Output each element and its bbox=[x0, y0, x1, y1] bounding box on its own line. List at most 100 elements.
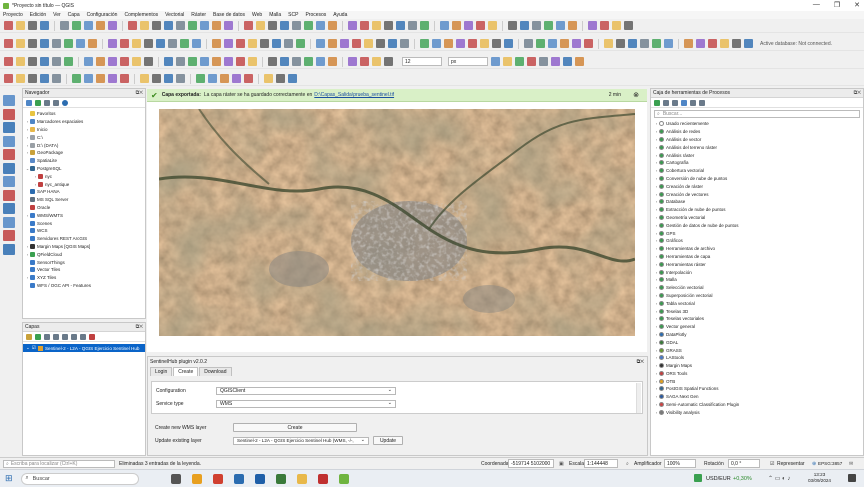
sentinel-satellite-image[interactable] bbox=[159, 109, 635, 336]
processing-item[interactable]: › Cartografía bbox=[654, 159, 863, 167]
panel-float-close-icon[interactable]: ⧉✕ bbox=[136, 324, 143, 330]
browser-item[interactable]: › Marcadores espaciales bbox=[25, 118, 145, 126]
update-layer-combo[interactable]: Sentinel-2 - L2A - QGIS Ejercicio Sentin… bbox=[233, 436, 369, 445]
toolbar-tool-icon[interactable] bbox=[96, 74, 105, 83]
add-layer-tool-icon[interactable] bbox=[3, 135, 15, 147]
toolbar-tool-icon[interactable] bbox=[408, 21, 417, 30]
toolbar-tool-icon[interactable] bbox=[72, 74, 81, 83]
results-icon[interactable] bbox=[681, 99, 687, 106]
toolbar-tool-icon[interactable] bbox=[360, 21, 369, 30]
processing-item[interactable]: › GPS bbox=[654, 229, 863, 237]
tab-download[interactable]: Download bbox=[199, 367, 232, 376]
menu-item[interactable]: Ayuda bbox=[333, 12, 347, 18]
zoom-field[interactable]: 12 bbox=[402, 57, 442, 66]
browser-item[interactable]: › XYZ Tiles bbox=[25, 274, 145, 282]
toolbar-tool-icon[interactable] bbox=[664, 39, 673, 48]
toolbar-tool-icon[interactable] bbox=[52, 74, 61, 83]
toolbar-tool-icon[interactable] bbox=[152, 21, 161, 30]
scripts-icon[interactable] bbox=[663, 99, 669, 106]
toolbar-tool-icon[interactable] bbox=[236, 39, 245, 48]
toolbar-tool-icon[interactable] bbox=[4, 57, 13, 66]
toolbar-tool-icon[interactable] bbox=[144, 39, 153, 48]
toolbar-tool-icon[interactable] bbox=[72, 21, 81, 30]
toolbar-tool-icon[interactable] bbox=[348, 57, 357, 66]
add-group-icon[interactable] bbox=[35, 333, 41, 340]
toolbar-tool-icon[interactable] bbox=[84, 74, 93, 83]
toolbar-tool-icon[interactable] bbox=[280, 21, 289, 30]
processing-item[interactable]: › Herramientas de capa bbox=[654, 253, 863, 261]
toolbar-tool-icon[interactable] bbox=[468, 39, 477, 48]
coordinate-field[interactable]: -519714 5102000 bbox=[508, 459, 554, 468]
panel-float-close-icon[interactable]: ⧉✕ bbox=[136, 90, 143, 96]
toolbar-tool-icon[interactable] bbox=[292, 57, 301, 66]
add-layer-tool-icon[interactable] bbox=[3, 230, 15, 241]
browser-item[interactable]: › WMS/WMTS bbox=[25, 211, 145, 219]
toolbar-tool-icon[interactable] bbox=[456, 39, 465, 48]
models-icon[interactable] bbox=[654, 99, 660, 106]
processing-item[interactable]: › Database bbox=[654, 198, 863, 206]
browser-item[interactable]: › QFieldCloud bbox=[25, 250, 145, 258]
taskbar-app-icon[interactable] bbox=[170, 473, 181, 484]
toolbar-tool-icon[interactable] bbox=[224, 21, 233, 30]
edit-features-icon[interactable] bbox=[690, 99, 696, 106]
toolbar-tool-icon[interactable] bbox=[744, 39, 753, 48]
create-button[interactable]: Create bbox=[233, 423, 357, 432]
browser-item[interactable]: › GeoPackage bbox=[25, 149, 145, 157]
toolbar-tool-icon[interactable] bbox=[108, 57, 117, 66]
processing-item[interactable]: › Teselas vectoriales bbox=[654, 315, 863, 323]
add-layer-tool-icon[interactable] bbox=[3, 162, 15, 174]
tab-create[interactable]: Create bbox=[173, 367, 199, 376]
toolbar-tool-icon[interactable] bbox=[316, 21, 325, 30]
processing-item[interactable]: › Análisis de vector bbox=[654, 136, 863, 144]
toolbar-tool-icon[interactable] bbox=[304, 21, 313, 30]
toolbar-tool-icon[interactable] bbox=[420, 39, 429, 48]
toolbar-tool-icon[interactable] bbox=[180, 39, 189, 48]
toolbar-tool-icon[interactable] bbox=[268, 57, 277, 66]
visibility-icon[interactable] bbox=[44, 333, 50, 340]
processing-item[interactable]: › Herramientas de archivo bbox=[654, 245, 863, 253]
toolbar-tool-icon[interactable] bbox=[40, 74, 49, 83]
toolbar-tool-icon[interactable] bbox=[304, 57, 313, 66]
toolbar-tool-icon[interactable] bbox=[551, 57, 560, 66]
toolbar-tool-icon[interactable] bbox=[348, 21, 357, 30]
messages-icon[interactable]: ✉ bbox=[849, 461, 853, 467]
toolbar-tool-icon[interactable] bbox=[544, 21, 553, 30]
collapse-all-icon[interactable] bbox=[80, 333, 86, 340]
processing-item[interactable]: › DataPlotly bbox=[654, 331, 863, 339]
layer-row[interactable]: ⌄ ☑ Sentinel-2 - L2A - QGIS Ejercicio Sent… bbox=[23, 344, 145, 352]
taskbar-app-icon[interactable] bbox=[317, 473, 328, 484]
message-link[interactable]: D:\Capas_Salida\prueba_sentinel.tif bbox=[314, 92, 394, 98]
toolbar-tool-icon[interactable] bbox=[108, 74, 117, 83]
processing-item[interactable]: › Interpolación bbox=[654, 268, 863, 276]
add-layer-tool-icon[interactable] bbox=[3, 203, 15, 214]
toolbar-tool-icon[interactable] bbox=[156, 39, 165, 48]
toolbar-tool-icon[interactable] bbox=[52, 39, 61, 48]
toolbar-tool-icon[interactable] bbox=[360, 57, 369, 66]
browser-item[interactable]: WCS bbox=[25, 227, 145, 235]
magnifier-field[interactable]: 100% bbox=[664, 459, 696, 468]
toolbar-tool-icon[interactable] bbox=[527, 57, 536, 66]
message-close-icon[interactable]: ⊗ bbox=[633, 91, 639, 99]
collapse-all-icon[interactable] bbox=[53, 99, 59, 106]
browser-item[interactable]: Vector Tiles bbox=[25, 266, 145, 274]
browser-item[interactable]: › nyc_antique bbox=[25, 180, 145, 188]
toolbar-tool-icon[interactable] bbox=[532, 21, 541, 30]
menu-item[interactable]: Ráster bbox=[191, 12, 206, 18]
toolbar-tool-icon[interactable] bbox=[272, 39, 281, 48]
map-canvas[interactable] bbox=[147, 102, 647, 352]
processing-item[interactable]: › Tabla vectorial bbox=[654, 299, 863, 307]
taskbar-app-icon[interactable] bbox=[233, 473, 244, 484]
toolbar-tool-icon[interactable] bbox=[96, 57, 105, 66]
toolbar-tool-icon[interactable] bbox=[384, 57, 393, 66]
add-layer-tool-icon[interactable] bbox=[3, 149, 15, 160]
refresh-icon[interactable] bbox=[35, 99, 41, 106]
toolbar-tool-icon[interactable] bbox=[128, 21, 137, 30]
toolbar-tool-icon[interactable] bbox=[224, 39, 233, 48]
add-layer-tool-icon[interactable] bbox=[3, 216, 15, 228]
processing-item[interactable]: › Margin Maps bbox=[654, 362, 863, 370]
toolbar-tool-icon[interactable] bbox=[244, 74, 253, 83]
menu-item[interactable]: SCP bbox=[288, 12, 298, 18]
toolbar-tool-icon[interactable] bbox=[120, 57, 129, 66]
toolbar-tool-icon[interactable] bbox=[256, 21, 265, 30]
toolbar-tool-icon[interactable] bbox=[16, 21, 25, 30]
